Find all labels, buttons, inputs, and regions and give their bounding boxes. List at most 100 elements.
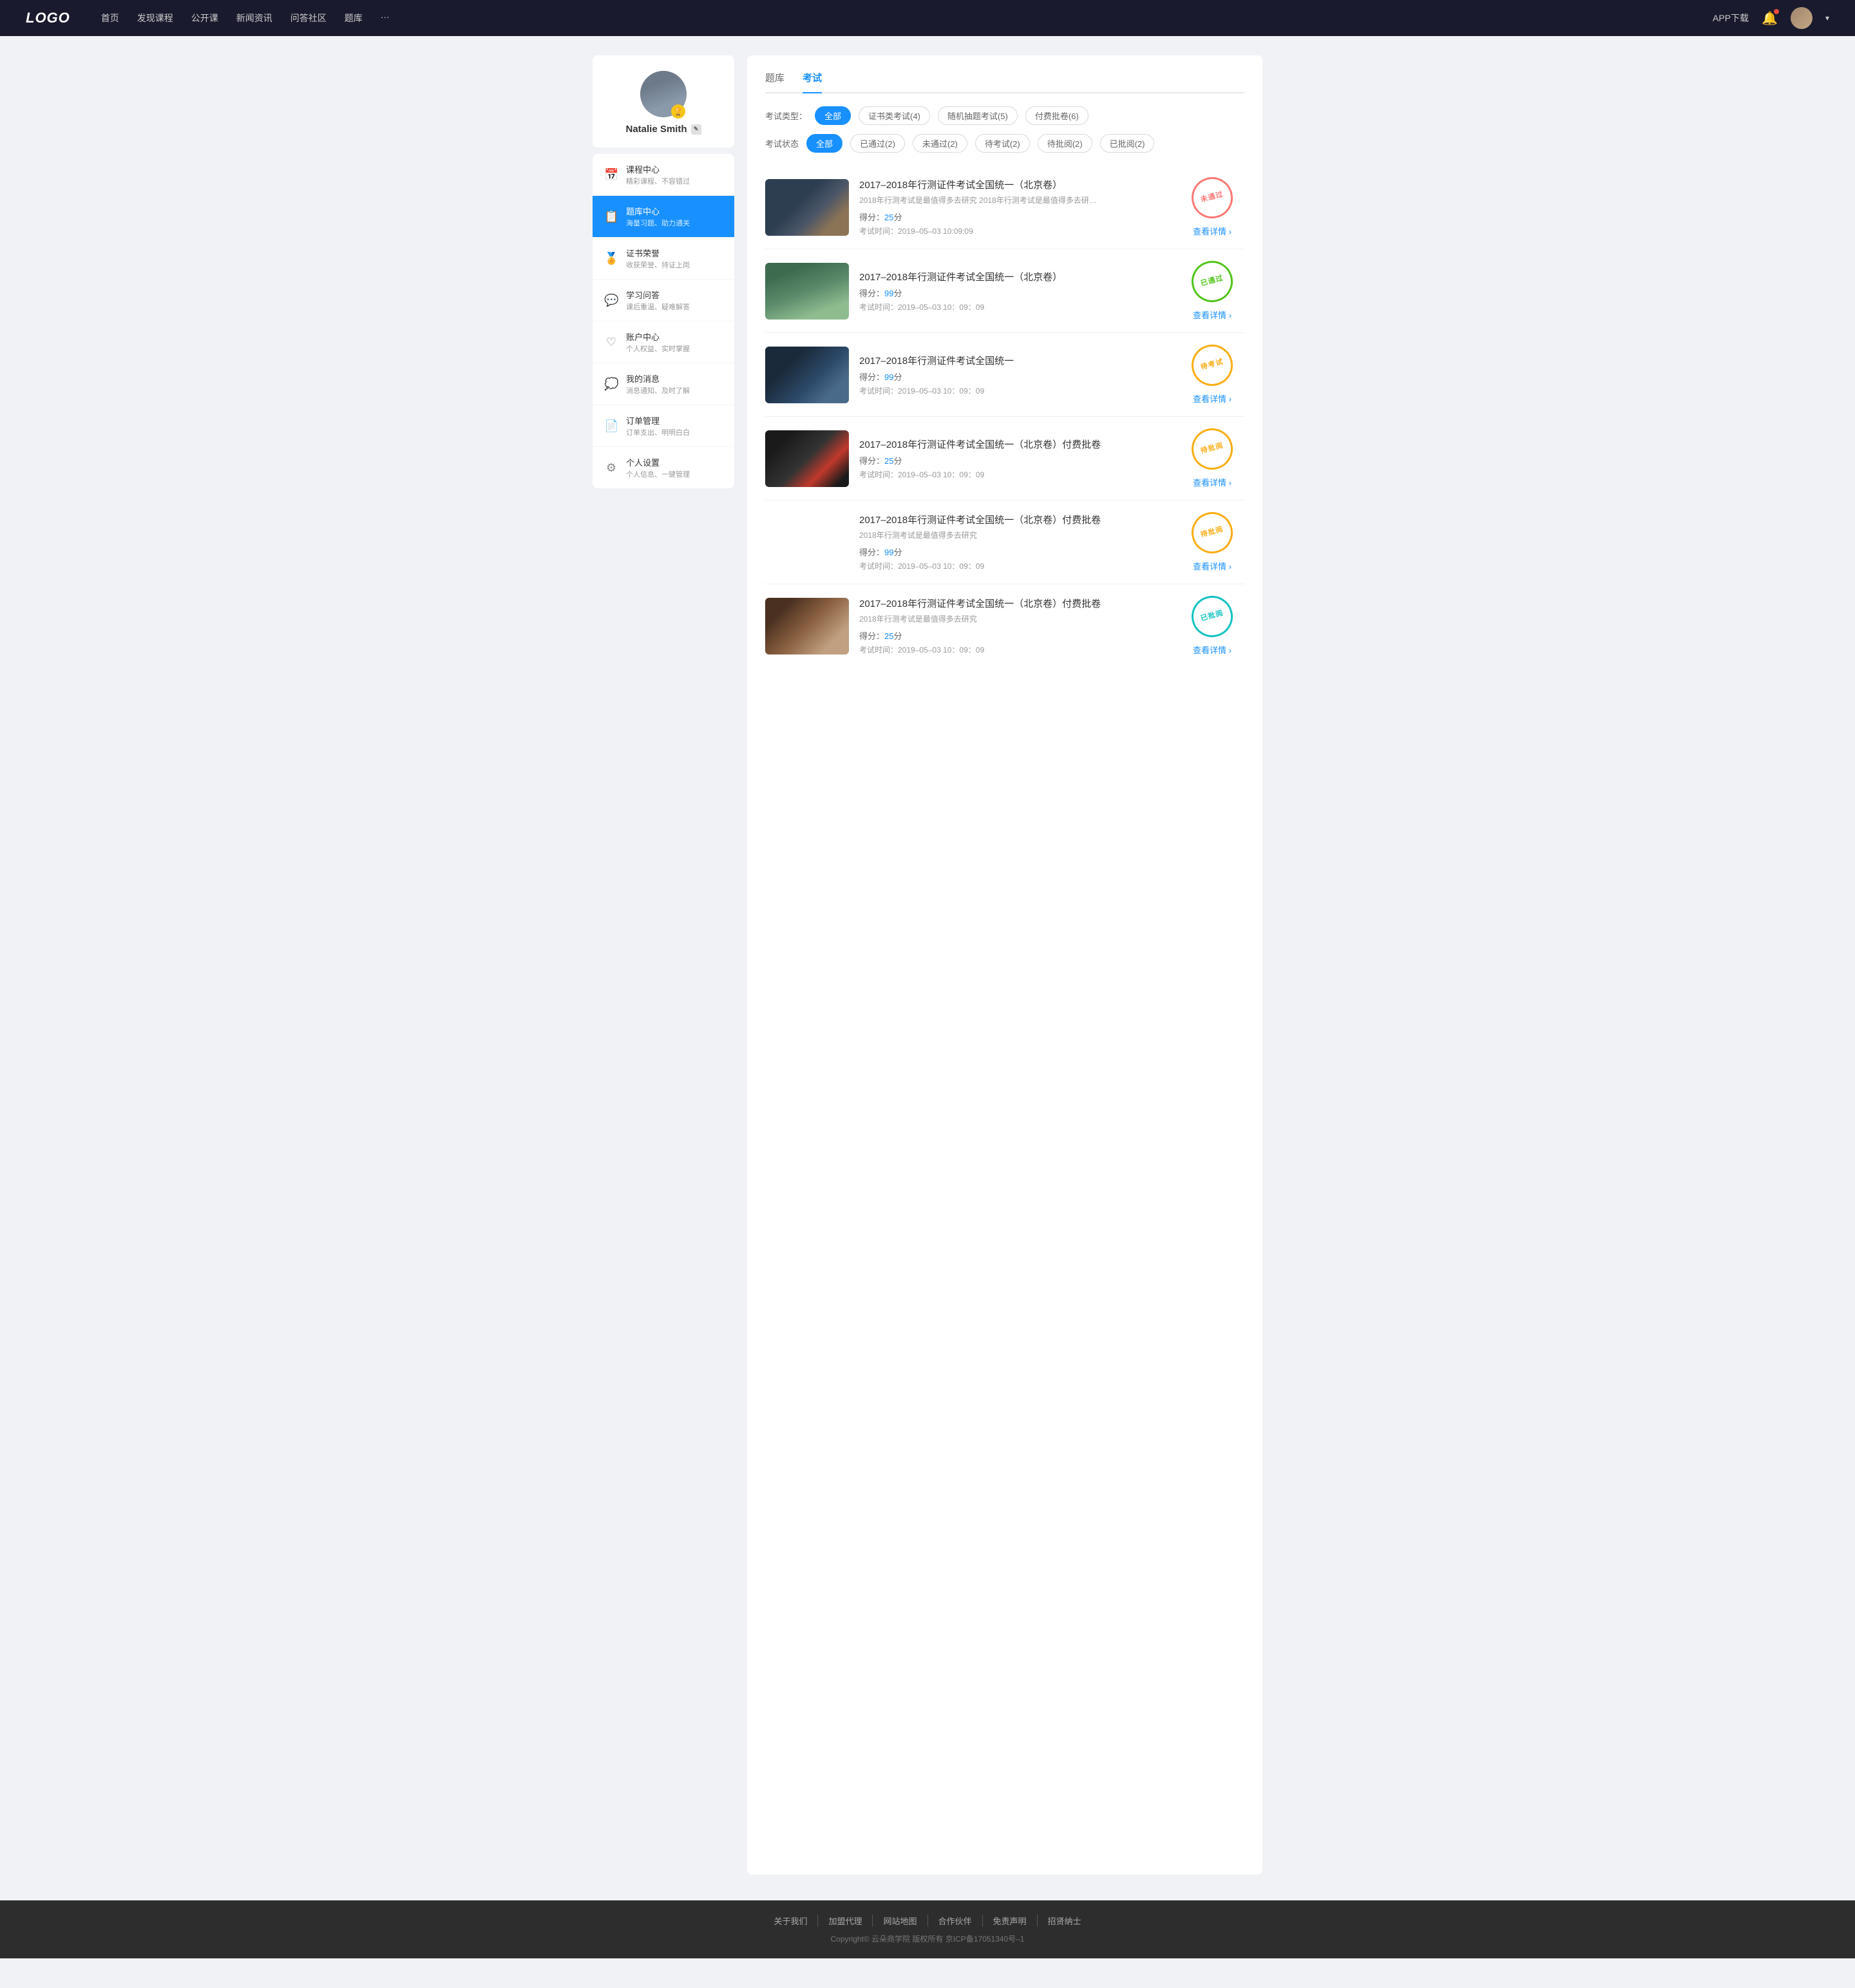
exam-detail-link-5[interactable]: 查看详情 ›: [1193, 644, 1232, 656]
exam-score-4: 得分：99分: [859, 546, 1170, 558]
menu-label-6: 订单管理: [626, 414, 690, 426]
exam-desc-0: 2018年行测考试是最值得多去研究 2018年行测考试是最值得多去研究 2018…: [859, 195, 1104, 205]
exam-title-1: 2017–2018年行测证件考试全国统一（北京卷）: [859, 270, 1170, 283]
exam-list: 2017–2018年行测证件考试全国统一（北京卷） 2018年行测考试是最值得多…: [765, 166, 1244, 667]
menu-text-2: 证书荣誉 收获荣誉、持证上岗: [626, 247, 690, 270]
tab-题库[interactable]: 题库: [765, 71, 785, 92]
exam-time-3: 考试时间：2019–05–03 10：09：09: [859, 469, 1170, 480]
sidebar-item-4[interactable]: ♡ 账户中心 个人权益、实时掌握: [593, 321, 734, 363]
exam-time-0: 考试时间：2019–05–03 10:09:09: [859, 225, 1170, 236]
footer-link-4[interactable]: 免责声明: [983, 1915, 1038, 1927]
profile-name-text: Natalie Smith: [625, 124, 687, 135]
exam-score-2: 得分：99分: [859, 370, 1170, 383]
menu-label-2: 证书荣誉: [626, 247, 690, 259]
menu-sublabel-5: 消息通知、及时了解: [626, 385, 690, 396]
type-filter-btn-3[interactable]: 付费批卷(6): [1025, 106, 1089, 125]
sidebar-item-0[interactable]: 📅 课程中心 精彩课程、不容错过: [593, 154, 734, 196]
footer-link-0[interactable]: 关于我们: [763, 1915, 818, 1927]
exam-thumb-4: [765, 514, 849, 571]
status-filter-btn-3[interactable]: 待考试(2): [975, 134, 1030, 153]
sidebar-item-3[interactable]: 💬 学习问答 课后重温、疑难解答: [593, 280, 734, 321]
status-filter-btn-4[interactable]: 待批阅(2): [1038, 134, 1092, 153]
footer-link-2[interactable]: 网站地图: [873, 1915, 928, 1927]
menu-icon-0: 📅: [604, 168, 618, 182]
exam-time-4: 考试时间：2019–05–03 10：09：09: [859, 560, 1170, 571]
exam-info-3: 2017–2018年行测证件考试全国统一（北京卷）付费批卷 得分：25分 考试时…: [859, 437, 1170, 480]
exam-detail-link-1[interactable]: 查看详情 ›: [1193, 309, 1232, 321]
stamp-text-2: 待考试: [1200, 358, 1224, 372]
status-stamp-3: 待批阅: [1187, 424, 1237, 474]
exam-detail-link-0[interactable]: 查看详情 ›: [1193, 225, 1232, 237]
navbar-menu-item[interactable]: 题库: [345, 12, 363, 24]
exam-info-5: 2017–2018年行测证件考试全国统一（北京卷）付费批卷 2018年行测考试是…: [859, 597, 1170, 655]
stamp-text-5: 已批阅: [1200, 609, 1224, 624]
exam-time-1: 考试时间：2019–05–03 10：09：09: [859, 301, 1170, 312]
exam-detail-link-3[interactable]: 查看详情 ›: [1193, 476, 1232, 488]
sidebar-profile: 🏆 Natalie Smith ✎: [593, 55, 734, 148]
navbar-menu-item[interactable]: ···: [381, 12, 390, 24]
menu-text-0: 课程中心 精彩课程、不容错过: [626, 163, 690, 186]
exam-right-1: 已通过 查看详情 ›: [1180, 261, 1244, 321]
navbar-menu-item[interactable]: 发现课程: [137, 12, 173, 24]
user-menu-chevron[interactable]: ▾: [1825, 14, 1829, 23]
navbar: LOGO 首页 发现课程 公开课 新闻资讯 问答社区 题库 ··· APP下载 🔔 ▾: [0, 0, 1855, 36]
footer-link-3[interactable]: 合作伙伴: [928, 1915, 983, 1927]
menu-text-6: 订单管理 订单支出、明明白白: [626, 414, 690, 437]
tab-考试[interactable]: 考试: [803, 71, 822, 92]
profile-edit-button[interactable]: ✎: [691, 124, 701, 135]
navbar-menu-item[interactable]: 新闻资讯: [236, 12, 272, 24]
exam-detail-link-4[interactable]: 查看详情 ›: [1193, 560, 1232, 572]
main-container: 🏆 Natalie Smith ✎ 📅 课程中心 精彩课程、不容错过 📋 题库中…: [580, 36, 1275, 1900]
stamp-text-4: 待批阅: [1200, 526, 1224, 540]
sidebar-item-1[interactable]: 📋 题库中心 海量习题、助力通关: [593, 196, 734, 238]
exam-info-0: 2017–2018年行测证件考试全国统一（北京卷） 2018年行测考试是最值得多…: [859, 178, 1170, 236]
status-filter-btn-1[interactable]: 已通过(2): [850, 134, 905, 153]
exam-thumb-2: [765, 347, 849, 403]
notification-dot: [1774, 9, 1779, 14]
app-download-link[interactable]: APP下载: [1713, 12, 1749, 24]
exam-time-2: 考试时间：2019–05–03 10：09：09: [859, 385, 1170, 396]
menu-text-1: 题库中心 海量习题、助力通关: [626, 205, 690, 228]
exam-score-0: 得分：25分: [859, 211, 1170, 223]
stamp-text-1: 已通过: [1200, 274, 1224, 289]
navbar-menu-item[interactable]: 首页: [101, 12, 119, 24]
exam-thumb-1: [765, 263, 849, 320]
logo[interactable]: LOGO: [26, 10, 70, 26]
navbar-menu-item[interactable]: 公开课: [191, 12, 218, 24]
sidebar-item-6[interactable]: 📄 订单管理 订单支出、明明白白: [593, 405, 734, 447]
exam-detail-link-2[interactable]: 查看详情 ›: [1193, 392, 1232, 405]
footer-copyright: Copyright© 云朵商学院 版权所有 京ICP备17051340号–1: [13, 1933, 1842, 1944]
exam-right-4: 待批阅 查看详情 ›: [1180, 512, 1244, 572]
exam-score-5: 得分：25分: [859, 629, 1170, 642]
footer-link-1[interactable]: 加盟代理: [818, 1915, 873, 1927]
status-filter-btn-0[interactable]: 全部: [806, 134, 842, 153]
sidebar-item-7[interactable]: ⚙ 个人设置 个人信息、一键管理: [593, 447, 734, 488]
menu-icon-5: 💭: [604, 378, 618, 391]
user-avatar[interactable]: [1791, 7, 1812, 29]
menu-label-0: 课程中心: [626, 163, 690, 175]
status-filter-btn-5[interactable]: 已批阅(2): [1100, 134, 1155, 153]
footer: 关于我们加盟代理网站地图合作伙伴免责声明招贤纳士 Copyright© 云朵商学…: [0, 1900, 1855, 1958]
navbar-menu: 首页 发现课程 公开课 新闻资讯 问答社区 题库 ···: [101, 12, 1713, 24]
avatar-image: [1791, 7, 1812, 29]
notification-bell[interactable]: 🔔: [1762, 10, 1778, 26]
exam-thumb-5: [765, 598, 849, 655]
exam-thumb-3: [765, 430, 849, 487]
footer-link-5[interactable]: 招贤纳士: [1038, 1915, 1092, 1927]
status-filter-btn-2[interactable]: 未通过(2): [913, 134, 967, 153]
menu-sublabel-6: 订单支出、明明白白: [626, 427, 690, 437]
navbar-menu-item[interactable]: 问答社区: [290, 12, 327, 24]
exam-right-0: 未通过 查看详情 ›: [1180, 177, 1244, 237]
menu-label-4: 账户中心: [626, 330, 690, 343]
type-filter-btn-0[interactable]: 全部: [815, 106, 851, 125]
exam-right-5: 已批阅 查看详情 ›: [1180, 596, 1244, 656]
sidebar-item-2[interactable]: 🏅 证书荣誉 收获荣誉、持证上岗: [593, 238, 734, 280]
exam-info-2: 2017–2018年行测证件考试全国统一 得分：99分 考试时间：2019–05…: [859, 354, 1170, 396]
type-filter-btn-2[interactable]: 随机抽题考试(5): [938, 106, 1018, 125]
exam-score-1: 得分：99分: [859, 287, 1170, 299]
profile-name-row: Natalie Smith ✎: [625, 124, 701, 135]
sidebar-item-5[interactable]: 💭 我的消息 消息通知、及时了解: [593, 363, 734, 405]
exam-title-4: 2017–2018年行测证件考试全国统一（北京卷）付费批卷: [859, 513, 1170, 526]
exam-item-1: 2017–2018年行测证件考试全国统一（北京卷） 得分：99分 考试时间：20…: [765, 249, 1244, 333]
type-filter-btn-1[interactable]: 证书类考试(4): [859, 106, 930, 125]
